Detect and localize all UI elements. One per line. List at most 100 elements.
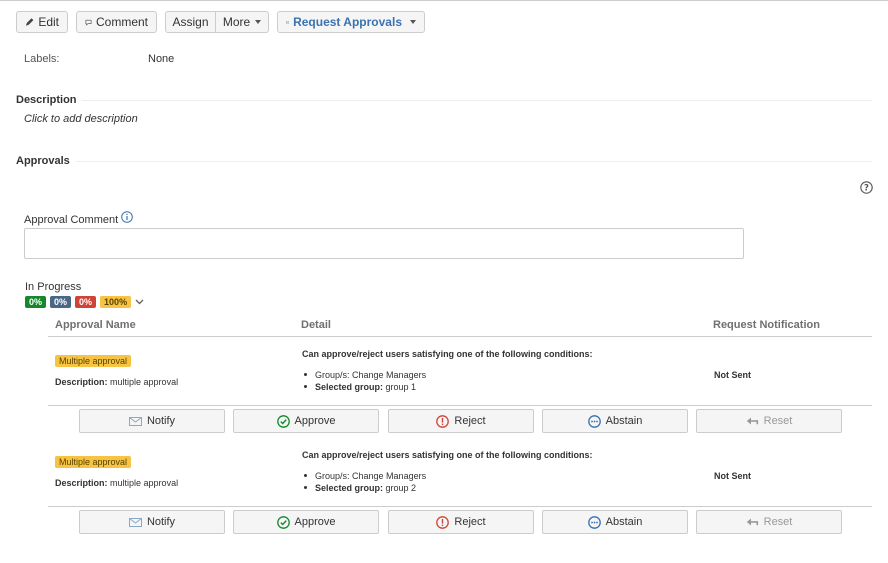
bullet-icon bbox=[304, 474, 307, 478]
approve-button-label: Approve bbox=[294, 516, 336, 528]
condition-group-value: Change Managers bbox=[352, 471, 427, 481]
undo-arrow-icon bbox=[746, 518, 758, 525]
approvals-heading: Approvals bbox=[16, 155, 70, 167]
column-request-notification: Request Notification bbox=[713, 319, 820, 331]
condition-selected-group: Selected group: group 1 bbox=[304, 382, 416, 392]
envelope-icon bbox=[128, 517, 142, 527]
envelope-icon bbox=[128, 416, 142, 426]
abstain-button[interactable]: Abstain bbox=[542, 409, 688, 433]
abstain-button-label: Abstain bbox=[605, 415, 643, 427]
undo-arrow-icon bbox=[746, 417, 758, 424]
edit-button[interactable]: Edit bbox=[16, 11, 68, 33]
assign-button-label: Assign bbox=[172, 15, 209, 29]
condition-title: Can approve/reject users satisfying one … bbox=[302, 349, 593, 359]
more-button-label: More bbox=[222, 15, 251, 29]
approval-name-lozenge: Multiple approval bbox=[55, 355, 132, 367]
approval-comment-label-wrap: Approval Comment bbox=[24, 211, 133, 226]
check-circle-icon bbox=[276, 515, 290, 529]
notify-button-label: Notify bbox=[146, 415, 176, 427]
exclamation-circle-icon bbox=[436, 414, 450, 428]
reject-button[interactable]: Reject bbox=[388, 510, 534, 534]
labels-key: Labels: bbox=[24, 53, 60, 65]
exclamation-circle-icon bbox=[436, 515, 450, 529]
approval-description-value: multiple approval bbox=[110, 478, 179, 488]
approval-description-label: Description: bbox=[55, 478, 108, 488]
notify-button[interactable]: Notify bbox=[79, 510, 225, 534]
envelope-icon bbox=[286, 20, 290, 24]
chevron-down-icon[interactable] bbox=[135, 299, 144, 305]
condition-group-label: Group/s: bbox=[315, 471, 350, 481]
approval-description: Description: multiple approval bbox=[55, 377, 178, 387]
bullet-icon bbox=[304, 486, 307, 490]
ellipsis-circle-icon bbox=[587, 414, 601, 428]
approve-button-label: Approve bbox=[294, 415, 336, 427]
approve-button[interactable]: Approve bbox=[233, 510, 379, 534]
comment-button[interactable]: Comment bbox=[76, 11, 157, 33]
chevron-down-icon bbox=[255, 20, 262, 24]
condition-group-value: Change Managers bbox=[352, 370, 427, 380]
approval-name-lozenge: Multiple approval bbox=[55, 456, 132, 468]
condition-selected-group: Selected group: group 2 bbox=[304, 483, 416, 493]
progress-badge-approved: 0% bbox=[25, 296, 47, 308]
approval-description-value: multiple approval bbox=[110, 377, 179, 387]
question-circle-icon[interactable]: ? bbox=[860, 181, 873, 194]
reject-button[interactable]: Reject bbox=[388, 409, 534, 433]
bullet-icon bbox=[304, 385, 307, 389]
request-approvals-button[interactable]: Request Approvals bbox=[277, 11, 425, 33]
assign-more-group: Assign More bbox=[165, 11, 269, 33]
svg-text:?: ? bbox=[864, 184, 869, 194]
condition-selected-label: Selected group: bbox=[315, 483, 384, 493]
condition-group: Group/s: Change Managers bbox=[304, 471, 426, 481]
approvals-divider bbox=[76, 161, 872, 162]
bullet-icon bbox=[304, 373, 307, 377]
row-divider bbox=[48, 506, 872, 507]
condition-group: Group/s: Change Managers bbox=[304, 370, 426, 380]
approval-status: In Progress bbox=[25, 281, 82, 293]
notify-button-label: Notify bbox=[146, 516, 176, 528]
comment-button-label: Comment bbox=[95, 15, 148, 29]
condition-title: Can approve/reject users satisfying one … bbox=[302, 450, 593, 460]
description-divider bbox=[82, 100, 872, 101]
reject-button-label: Reject bbox=[454, 516, 486, 528]
more-button[interactable]: More bbox=[216, 11, 269, 33]
reject-button-label: Reject bbox=[454, 415, 486, 427]
abstain-button-label: Abstain bbox=[605, 516, 643, 528]
row-divider bbox=[48, 405, 872, 406]
description-placeholder[interactable]: Click to add description bbox=[24, 113, 138, 125]
edit-button-label: Edit bbox=[38, 15, 59, 29]
request-approvals-label: Request Approvals bbox=[293, 15, 402, 29]
progress-badges: 0% 0% 0% 100% bbox=[25, 296, 144, 308]
ellipsis-circle-icon bbox=[587, 515, 601, 529]
condition-selected-value: group 1 bbox=[385, 382, 417, 392]
labels-value[interactable]: None bbox=[148, 53, 174, 65]
condition-group-label: Group/s: bbox=[315, 370, 350, 380]
notification-status: Not Sent bbox=[714, 471, 751, 481]
table-header-divider bbox=[48, 336, 872, 337]
progress-badge-pending: 100% bbox=[100, 296, 132, 308]
pencil-icon bbox=[25, 18, 34, 26]
approval-description-label: Description: bbox=[55, 377, 108, 387]
speech-bubble-icon bbox=[85, 19, 92, 26]
approve-button[interactable]: Approve bbox=[233, 409, 379, 433]
description-heading: Description bbox=[16, 94, 77, 106]
reset-button-label: Reset bbox=[763, 415, 793, 427]
condition-selected-value: group 2 bbox=[385, 483, 417, 493]
abstain-button[interactable]: Abstain bbox=[542, 510, 688, 534]
approval-comment-label: Approval Comment bbox=[24, 214, 119, 226]
reset-button[interactable]: Reset bbox=[696, 510, 842, 534]
progress-badge-abstained: 0% bbox=[50, 296, 72, 308]
approval-comment-textarea[interactable] bbox=[24, 228, 744, 259]
reset-button[interactable]: Reset bbox=[696, 409, 842, 433]
notification-status: Not Sent bbox=[714, 370, 751, 380]
reset-button-label: Reset bbox=[763, 516, 793, 528]
top-border bbox=[0, 0, 888, 3]
notify-button[interactable]: Notify bbox=[79, 409, 225, 433]
column-approval-name: Approval Name bbox=[55, 319, 136, 331]
approval-description: Description: multiple approval bbox=[55, 478, 178, 488]
assign-button[interactable]: Assign bbox=[165, 11, 216, 33]
check-circle-icon bbox=[276, 414, 290, 428]
chevron-down-icon bbox=[410, 20, 416, 24]
column-detail: Detail bbox=[301, 319, 331, 331]
progress-badge-rejected: 0% bbox=[75, 296, 97, 308]
info-circle-icon[interactable] bbox=[121, 211, 133, 223]
